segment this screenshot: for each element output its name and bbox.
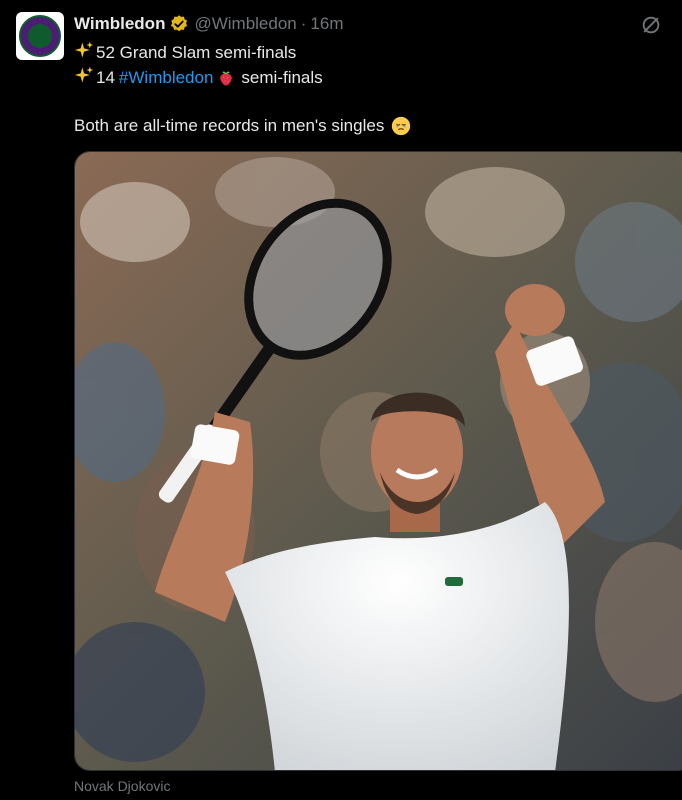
avatar[interactable] (16, 12, 64, 60)
wimbledon-logo-icon (19, 15, 61, 57)
tweet-photo[interactable] (74, 151, 682, 771)
grok-icon[interactable] (640, 14, 662, 36)
verified-badge-icon[interactable] (169, 14, 189, 34)
tweet-text-line-2: semi-finals (241, 67, 323, 87)
strawberry-icon (217, 69, 235, 87)
tweet-line-1: 52 Grand Slam semi-finals (74, 40, 296, 65)
tweet-header: Wimbledon @Wimbledon · 16m (74, 14, 344, 34)
separator-dot: · (300, 14, 307, 33)
sparkles-icon (74, 40, 96, 65)
sparkles-icon (74, 65, 96, 90)
hashtag-link[interactable]: #Wimbledon (119, 68, 214, 88)
face-holding-back-tears-icon (390, 115, 412, 137)
photo-caption: Novak Djokovic (74, 778, 171, 794)
tweet-text-line-1: 52 Grand Slam semi-finals (96, 42, 297, 62)
author-handle[interactable]: @Wimbledon (194, 14, 296, 34)
author-name[interactable]: Wimbledon (74, 14, 165, 34)
tweet-number: 14 (96, 67, 115, 87)
timestamp[interactable]: 16m (310, 14, 343, 34)
tweet-line-3: Both are all-time records in men's singl… (74, 115, 412, 137)
tweet-text-line-3: Both are all-time records in men's singl… (74, 116, 385, 135)
tweet-line-2: 14 #Wimbledon semi-finals (74, 65, 323, 90)
